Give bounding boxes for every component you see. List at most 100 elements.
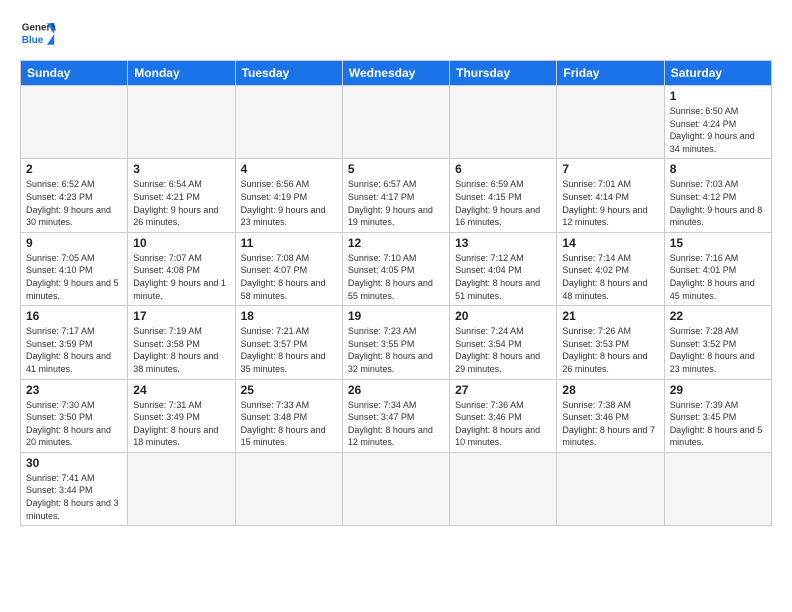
day-number: 11 <box>241 236 337 250</box>
day-number: 16 <box>26 309 122 323</box>
day-number: 8 <box>670 162 766 176</box>
calendar-cell <box>128 452 235 525</box>
day-info: Sunrise: 7:36 AM Sunset: 3:46 PM Dayligh… <box>455 399 551 449</box>
calendar-cell: 27 Sunrise: 7:36 AM Sunset: 3:46 PM Dayli… <box>450 379 557 452</box>
day-number: 2 <box>26 162 122 176</box>
calendar-cell: 7 Sunrise: 7:01 AM Sunset: 4:14 PM Daylig… <box>557 159 664 232</box>
week-row-1: 1 Sunrise: 6:50 AM Sunset: 4:24 PM Daylig… <box>21 86 772 159</box>
calendar-cell <box>450 452 557 525</box>
calendar-cell: 16 Sunrise: 7:17 AM Sunset: 3:59 PM Dayli… <box>21 306 128 379</box>
calendar-cell: 10 Sunrise: 7:07 AM Sunset: 4:08 PM Dayli… <box>128 232 235 305</box>
day-info: Sunrise: 6:50 AM Sunset: 4:24 PM Dayligh… <box>670 105 766 155</box>
day-info: Sunrise: 7:17 AM Sunset: 3:59 PM Dayligh… <box>26 325 122 375</box>
day-number: 7 <box>562 162 658 176</box>
day-info: Sunrise: 7:26 AM Sunset: 3:53 PM Dayligh… <box>562 325 658 375</box>
day-info: Sunrise: 6:56 AM Sunset: 4:19 PM Dayligh… <box>241 178 337 228</box>
calendar-cell: 14 Sunrise: 7:14 AM Sunset: 4:02 PM Dayli… <box>557 232 664 305</box>
day-info: Sunrise: 7:01 AM Sunset: 4:14 PM Dayligh… <box>562 178 658 228</box>
calendar-page: General Blue SundayMondayTuesdayWednesda… <box>0 0 792 536</box>
day-info: Sunrise: 7:39 AM Sunset: 3:45 PM Dayligh… <box>670 399 766 449</box>
calendar-cell: 24 Sunrise: 7:31 AM Sunset: 3:49 PM Dayli… <box>128 379 235 452</box>
calendar-cell <box>21 86 128 159</box>
weekday-wednesday: Wednesday <box>342 61 449 86</box>
day-info: Sunrise: 6:54 AM Sunset: 4:21 PM Dayligh… <box>133 178 229 228</box>
day-number: 27 <box>455 383 551 397</box>
day-info: Sunrise: 6:52 AM Sunset: 4:23 PM Dayligh… <box>26 178 122 228</box>
day-info: Sunrise: 7:41 AM Sunset: 3:44 PM Dayligh… <box>26 472 122 522</box>
calendar-cell <box>450 86 557 159</box>
day-number: 29 <box>670 383 766 397</box>
calendar-cell: 17Sunrise: 7:19 AM Sunset: 3:58 PM Dayli… <box>128 306 235 379</box>
calendar-cell <box>235 452 342 525</box>
day-number: 24 <box>133 383 229 397</box>
week-row-2: 2 Sunrise: 6:52 AM Sunset: 4:23 PM Daylig… <box>21 159 772 232</box>
day-info: Sunrise: 7:21 AM Sunset: 3:57 PM Dayligh… <box>241 325 337 375</box>
day-info: Sunrise: 7:38 AM Sunset: 3:46 PM Dayligh… <box>562 399 658 449</box>
day-info: Sunrise: 7:24 AM Sunset: 3:54 PM Dayligh… <box>455 325 551 375</box>
weekday-friday: Friday <box>557 61 664 86</box>
calendar-cell: 23Sunrise: 7:30 AM Sunset: 3:50 PM Dayli… <box>21 379 128 452</box>
calendar-cell: 19 Sunrise: 7:23 AM Sunset: 3:55 PM Dayli… <box>342 306 449 379</box>
calendar-cell: 5 Sunrise: 6:57 AM Sunset: 4:17 PM Daylig… <box>342 159 449 232</box>
day-info: Sunrise: 7:28 AM Sunset: 3:52 PM Dayligh… <box>670 325 766 375</box>
day-number: 10 <box>133 236 229 250</box>
logo: General Blue <box>20 16 56 52</box>
day-info: Sunrise: 7:03 AM Sunset: 4:12 PM Dayligh… <box>670 178 766 228</box>
calendar-cell: 4 Sunrise: 6:56 AM Sunset: 4:19 PM Daylig… <box>235 159 342 232</box>
day-info: Sunrise: 7:31 AM Sunset: 3:49 PM Dayligh… <box>133 399 229 449</box>
weekday-sunday: Sunday <box>21 61 128 86</box>
day-info: Sunrise: 7:14 AM Sunset: 4:02 PM Dayligh… <box>562 252 658 302</box>
day-number: 20 <box>455 309 551 323</box>
logo-icon: General Blue <box>20 16 56 52</box>
calendar-cell <box>664 452 771 525</box>
day-info: Sunrise: 7:07 AM Sunset: 4:08 PM Dayligh… <box>133 252 229 302</box>
calendar-cell: 13Sunrise: 7:12 AM Sunset: 4:04 PM Dayli… <box>450 232 557 305</box>
calendar-cell <box>235 86 342 159</box>
day-number: 14 <box>562 236 658 250</box>
day-info: Sunrise: 7:23 AM Sunset: 3:55 PM Dayligh… <box>348 325 444 375</box>
day-info: Sunrise: 7:19 AM Sunset: 3:58 PM Dayligh… <box>133 325 229 375</box>
calendar-cell: 20 Sunrise: 7:24 AM Sunset: 3:54 PM Dayli… <box>450 306 557 379</box>
weekday-header-row: SundayMondayTuesdayWednesdayThursdayFrid… <box>21 61 772 86</box>
weekday-monday: Monday <box>128 61 235 86</box>
calendar-cell: 8 Sunrise: 7:03 AM Sunset: 4:12 PM Daylig… <box>664 159 771 232</box>
day-number: 25 <box>241 383 337 397</box>
calendar-cell <box>128 86 235 159</box>
day-info: Sunrise: 7:34 AM Sunset: 3:47 PM Dayligh… <box>348 399 444 449</box>
calendar-cell: 26 Sunrise: 7:34 AM Sunset: 3:47 PM Dayli… <box>342 379 449 452</box>
calendar-cell: 11Sunrise: 7:08 AM Sunset: 4:07 PM Dayli… <box>235 232 342 305</box>
calendar-cell: 12Sunrise: 7:10 AM Sunset: 4:05 PM Dayli… <box>342 232 449 305</box>
calendar-cell: 25 Sunrise: 7:33 AM Sunset: 3:48 PM Dayli… <box>235 379 342 452</box>
calendar-cell: 9Sunrise: 7:05 AM Sunset: 4:10 PM Daylig… <box>21 232 128 305</box>
calendar-cell <box>557 86 664 159</box>
day-number: 4 <box>241 162 337 176</box>
day-number: 19 <box>348 309 444 323</box>
day-number: 6 <box>455 162 551 176</box>
day-info: Sunrise: 6:57 AM Sunset: 4:17 PM Dayligh… <box>348 178 444 228</box>
day-info: Sunrise: 7:33 AM Sunset: 3:48 PM Dayligh… <box>241 399 337 449</box>
calendar-cell: 6Sunrise: 6:59 AM Sunset: 4:15 PM Daylig… <box>450 159 557 232</box>
calendar-cell <box>342 452 449 525</box>
day-number: 12 <box>348 236 444 250</box>
day-number: 22 <box>670 309 766 323</box>
calendar-cell: 21Sunrise: 7:26 AM Sunset: 3:53 PM Dayli… <box>557 306 664 379</box>
calendar-cell: 2 Sunrise: 6:52 AM Sunset: 4:23 PM Daylig… <box>21 159 128 232</box>
day-number: 5 <box>348 162 444 176</box>
day-number: 15 <box>670 236 766 250</box>
day-number: 26 <box>348 383 444 397</box>
day-number: 1 <box>670 89 766 103</box>
day-number: 28 <box>562 383 658 397</box>
day-number: 30 <box>26 456 122 470</box>
calendar-cell: 22 Sunrise: 7:28 AM Sunset: 3:52 PM Dayli… <box>664 306 771 379</box>
day-number: 3 <box>133 162 229 176</box>
weekday-saturday: Saturday <box>664 61 771 86</box>
calendar-cell <box>557 452 664 525</box>
day-info: Sunrise: 7:16 AM Sunset: 4:01 PM Dayligh… <box>670 252 766 302</box>
calendar-cell: 3 Sunrise: 6:54 AM Sunset: 4:21 PM Daylig… <box>128 159 235 232</box>
week-row-6: 30 Sunrise: 7:41 AM Sunset: 3:44 PM Dayli… <box>21 452 772 525</box>
calendar-cell: 30 Sunrise: 7:41 AM Sunset: 3:44 PM Dayli… <box>21 452 128 525</box>
week-row-3: 9Sunrise: 7:05 AM Sunset: 4:10 PM Daylig… <box>21 232 772 305</box>
week-row-4: 16 Sunrise: 7:17 AM Sunset: 3:59 PM Dayli… <box>21 306 772 379</box>
day-number: 23 <box>26 383 122 397</box>
day-number: 18 <box>241 309 337 323</box>
